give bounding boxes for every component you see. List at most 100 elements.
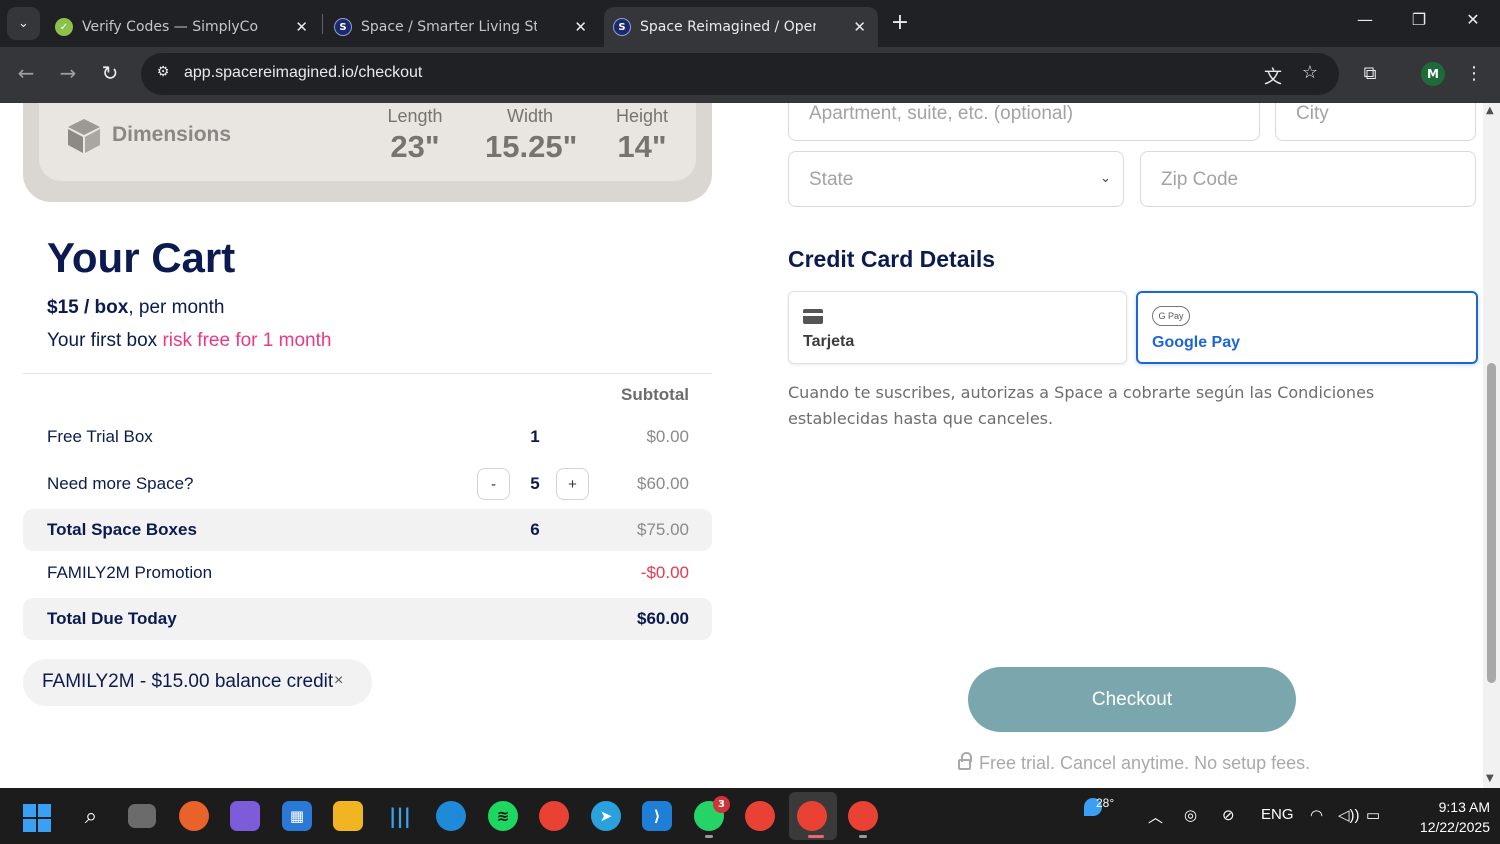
sync-icon[interactable]: ◎ — [1184, 806, 1197, 824]
whatsapp-icon[interactable]: 3 — [694, 796, 730, 831]
scroll-thumb[interactable] — [1487, 363, 1496, 683]
row-name: Total Space Boxes — [47, 520, 197, 539]
row-name: FAMILY2M Promotion — [47, 563, 213, 582]
restore-icon[interactable]: ❐ — [1404, 10, 1434, 29]
height-column: Height 14" — [612, 106, 672, 165]
promo-chip-text: FAMILY2M - $15.00 balance credit — [42, 671, 334, 692]
close-icon[interactable]: ✕ — [574, 18, 587, 36]
search-icon[interactable]: ⌕ — [76, 801, 106, 831]
tab-space-reimagined[interactable]: S Space Reimagined / Open the door ✕ — [604, 7, 878, 47]
length-column: Length 23" — [385, 106, 445, 165]
tab-space-smarter-living[interactable]: S Space / Smarter Living Starts Here ✕ — [325, 7, 599, 47]
divider — [23, 373, 712, 374]
row-amount: $60.00 — [637, 609, 689, 628]
volume-icon[interactable]: ◁)) — [1338, 806, 1360, 824]
trial-prefix: Your first box — [47, 330, 163, 351]
battery-icon[interactable]: ▭ — [1366, 806, 1380, 824]
apartment-field[interactable]: Apartment, suite, etc. (optional) — [788, 103, 1260, 141]
checkout-button[interactable]: Checkout — [968, 667, 1296, 732]
zip-code-field[interactable]: Zip Code — [1140, 151, 1476, 207]
checkout-page: Dimensions Length 23" Width 15.25" Heigh… — [0, 103, 1483, 788]
copilot-icon[interactable] — [230, 801, 260, 831]
tab-simplycodes[interactable]: ✓ Verify Codes — SimplyCodes ✕ — [46, 7, 320, 47]
page-scrollbar[interactable]: ▲ ▼ — [1483, 103, 1500, 788]
row-amount: $60.00 — [637, 474, 689, 493]
system-clock[interactable]: 9:13 AM 12/22/2025 — [1398, 797, 1490, 837]
chrome-active-icon[interactable] — [797, 801, 827, 831]
address-bar[interactable]: ⚙ app.spacereimagined.io/checkout 文 ☆ — [141, 53, 1339, 95]
dimensions-label: Dimensions — [112, 123, 232, 146]
minimize-icon[interactable]: — — [1350, 10, 1380, 29]
browser-toolbar: ← → ↻ ⚙ app.spacereimagined.io/checkout … — [0, 47, 1500, 103]
wifi-icon[interactable]: ◠ — [1310, 806, 1323, 824]
width-column: Width 15.25" — [485, 106, 577, 165]
clock-time: 9:13 AM — [1438, 799, 1490, 815]
weather-widget[interactable]: 28° — [1084, 796, 1114, 817]
space-favicon-icon: S — [334, 18, 352, 36]
close-icon[interactable]: ✕ — [853, 18, 866, 36]
dimensions-panel: Dimensions Length 23" Width 15.25" Heigh… — [39, 103, 696, 181]
increase-quantity-button[interactable]: + — [556, 468, 589, 500]
url-text[interactable]: app.spacereimagined.io/checkout — [184, 64, 422, 82]
fine-print: Free trial. Cancel anytime. No setup fee… — [958, 752, 1311, 774]
language-indicator[interactable]: ENG — [1261, 806, 1294, 823]
chrome-profile-j-icon[interactable] — [848, 801, 878, 831]
tray-chevron-up-icon[interactable]: ︿ — [1148, 806, 1163, 827]
tab-separator — [322, 14, 323, 34]
row-qty: 1 — [530, 427, 540, 446]
translate-icon[interactable]: 文 — [1261, 63, 1285, 89]
firefox-icon[interactable] — [179, 801, 209, 831]
new-tab-plus-icon[interactable]: + — [888, 10, 912, 38]
chrome-profile-icon[interactable] — [745, 801, 775, 831]
profile-avatar[interactable]: M — [1421, 62, 1445, 86]
windows-start-icon[interactable] — [23, 804, 51, 832]
site-settings-icon[interactable]: ⚙ — [153, 64, 173, 84]
file-explorer-icon[interactable] — [333, 801, 363, 831]
row-amount: -$0.00 — [640, 563, 689, 582]
reload-icon[interactable]: ↻ — [96, 61, 124, 85]
state-select[interactable]: State ⌄ — [788, 151, 1124, 207]
spotify-icon[interactable]: ≋ — [488, 801, 518, 831]
city-placeholder: City — [1296, 103, 1329, 124]
network-off-icon[interactable]: ⊘ — [1222, 806, 1235, 824]
dimensions-card: Dimensions Length 23" Width 15.25" Heigh… — [23, 103, 712, 202]
simplycodes-favicon-icon: ✓ — [55, 18, 73, 36]
back-arrow-icon[interactable]: ← — [12, 61, 40, 85]
remove-promo-close-icon[interactable]: × — [334, 672, 343, 690]
clock-date: 12/22/2025 — [1419, 819, 1490, 835]
extensions-puzzle-icon[interactable]: ⧉ — [1358, 63, 1382, 84]
telegram-icon[interactable]: ➤ — [591, 801, 621, 831]
edge-icon[interactable] — [436, 801, 466, 831]
audio-app-icon[interactable]: ||| — [385, 801, 415, 831]
running-indicator — [705, 835, 713, 838]
tab-title: Space / Smarter Living Starts Here — [361, 19, 537, 35]
row-name: Total Due Today — [47, 609, 177, 628]
more-menu-icon[interactable]: ⋮ — [1462, 63, 1486, 84]
bookmark-star-icon[interactable]: ☆ — [1298, 62, 1322, 83]
trial-info: Your first box risk free for 1 month — [47, 330, 331, 352]
tab-search-chevron-icon[interactable]: ⌄ — [7, 7, 40, 40]
cart-row-promotion: FAMILY2M Promotion -$0.00 — [23, 552, 712, 594]
forward-arrow-icon[interactable]: → — [54, 61, 82, 85]
browser-tab-strip: ⌄ ✓ Verify Codes — SimplyCodes ✕ S Space… — [0, 0, 1500, 47]
chrome-icon[interactable] — [539, 801, 569, 831]
store-icon[interactable]: ▦ — [282, 801, 312, 831]
fine-print-text: Free trial. Cancel anytime. No setup fee… — [979, 753, 1311, 773]
scroll-up-icon[interactable]: ▲ — [1486, 105, 1494, 116]
payment-option-card[interactable]: Tarjeta — [788, 291, 1127, 364]
row-amount: $75.00 — [637, 520, 689, 539]
payment-option-google-pay[interactable]: G Pay Google Pay — [1136, 291, 1478, 364]
state-placeholder: State — [809, 169, 854, 190]
height-label: Height — [615, 106, 669, 126]
task-view-icon[interactable] — [128, 804, 156, 828]
vscode-icon[interactable]: ⟩ — [642, 801, 672, 831]
cart-row-total-boxes: Total Space Boxes 6 $75.00 — [23, 509, 712, 551]
cart-title: Your Cart — [47, 234, 236, 281]
window-close-icon[interactable]: ✕ — [1458, 10, 1488, 29]
close-icon[interactable]: ✕ — [295, 18, 308, 36]
decrease-quantity-button[interactable]: - — [477, 468, 510, 500]
length-label: Length — [387, 106, 443, 126]
width-label: Width — [506, 106, 553, 126]
city-field[interactable]: City — [1275, 103, 1476, 141]
scroll-down-icon[interactable]: ▼ — [1486, 773, 1494, 784]
